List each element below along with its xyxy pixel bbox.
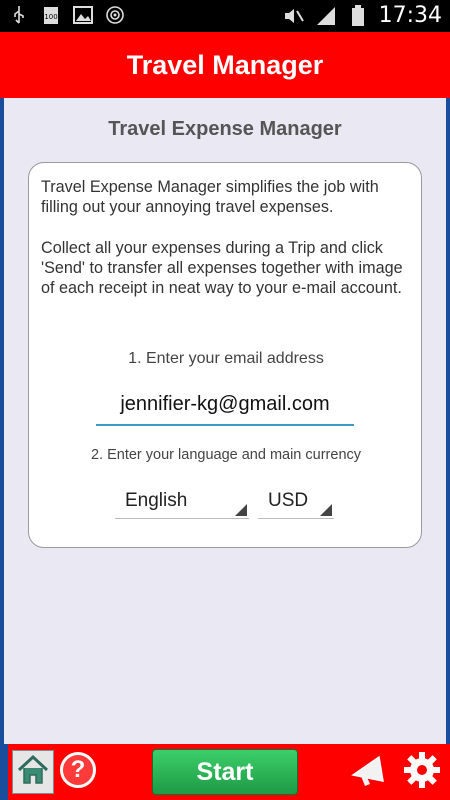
battery-icon [347, 4, 369, 27]
home-button[interactable] [12, 750, 54, 794]
svg-text:100: 100 [44, 13, 57, 21]
announce-button[interactable] [348, 750, 392, 794]
dropdown-triangle-icon [320, 504, 332, 516]
page-heading: Travel Expense Manager [108, 118, 342, 140]
signal-icon [315, 5, 337, 27]
announce-icon [349, 751, 391, 794]
image-icon [72, 4, 94, 26]
language-currency-step-label: 2. Enter your language and main currency [90, 447, 362, 463]
help-icon: ? [70, 756, 86, 783]
email-step-label: 1. Enter your email address [128, 350, 324, 367]
usb-icon [8, 4, 30, 26]
clock: 17:34 [378, 3, 442, 28]
setup-card: Travel Expense Manager simplifies the jo… [28, 162, 422, 548]
start-button-label: Start [196, 757, 254, 786]
language-select[interactable]: English [115, 483, 249, 519]
currency-select[interactable]: USD [258, 483, 334, 519]
email-input[interactable] [96, 388, 354, 426]
main-content: Travel Expense Manager Travel Expense Ma… [0, 98, 450, 744]
dropdown-triangle-icon [235, 504, 247, 516]
app-title-bar: Travel Manager [0, 32, 450, 98]
mute-icon [283, 5, 305, 27]
status-bar: 100 17:34 [0, 0, 450, 32]
description-text: Travel Expense Manager simplifies the jo… [41, 178, 403, 298]
hotspot-icon [104, 4, 126, 26]
settings-button[interactable] [400, 750, 444, 794]
start-button[interactable]: Start [152, 749, 298, 795]
language-select-value: English [125, 490, 188, 511]
bottom-toolbar: ? Start [0, 744, 450, 800]
app-title: Travel Manager [126, 49, 324, 80]
gear-icon [402, 750, 442, 795]
currency-select-value: USD [268, 490, 309, 511]
help-button[interactable]: ? [60, 752, 96, 788]
battery-100-icon: 100 [40, 4, 62, 26]
home-icon [16, 754, 50, 791]
